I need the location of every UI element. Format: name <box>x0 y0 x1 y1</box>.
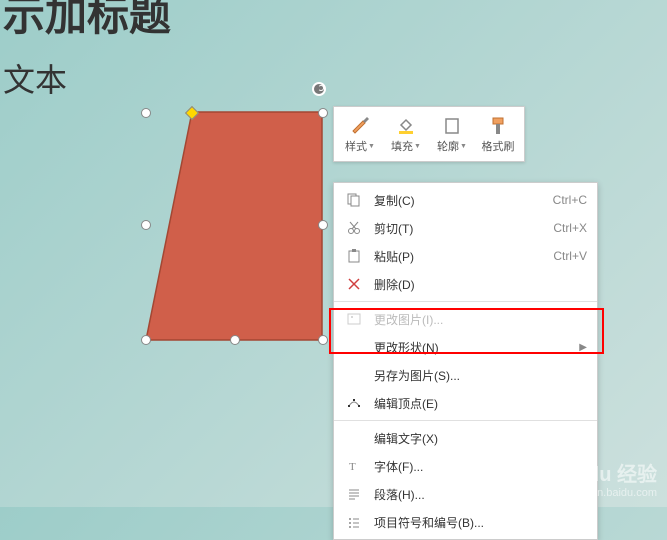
page-title-partial: 示加标题 <box>3 0 171 43</box>
format-painter-label: 格式刷 <box>482 138 515 154</box>
menu-cut[interactable]: 剪切(T) Ctrl+X <box>334 214 597 242</box>
delete-icon <box>344 276 364 292</box>
selected-trapezoid-shape[interactable] <box>142 108 342 348</box>
image-icon <box>344 311 364 327</box>
menu-edit-vertices[interactable]: 编辑顶点(E) <box>334 389 597 417</box>
blank-icon <box>344 339 364 355</box>
bullets-icon <box>344 514 364 530</box>
fill-label: 填充 <box>391 138 413 154</box>
style-label: 样式 <box>345 138 367 154</box>
selection-handle-ml[interactable] <box>141 220 151 230</box>
menu-copy[interactable]: 复制(C) Ctrl+C <box>334 186 597 214</box>
blank-icon <box>344 430 364 446</box>
menu-font-label: 字体(F)... <box>374 458 587 475</box>
menu-copy-label: 复制(C) <box>374 192 553 209</box>
context-menu: 复制(C) Ctrl+C 剪切(T) Ctrl+X 粘贴(P) Ctrl+V 删… <box>333 182 598 540</box>
menu-bullets[interactable]: 项目符号和编号(B)... <box>334 508 597 536</box>
menu-paragraph[interactable]: 段落(H)... <box>334 480 597 508</box>
menu-copy-shortcut: Ctrl+C <box>553 193 587 207</box>
menu-edit-vertices-label: 编辑顶点(E) <box>374 395 587 412</box>
menu-change-image-label: 更改图片(I)... <box>374 311 587 328</box>
clipboard-icon <box>344 248 364 264</box>
menu-separator <box>334 420 597 421</box>
copy-icon <box>344 192 364 208</box>
menu-change-shape[interactable]: 更改形状(N) ▶ <box>334 333 597 361</box>
dropdown-arrow-icon: ▼ <box>460 143 467 150</box>
style-button[interactable]: 样式▼ <box>338 111 382 157</box>
menu-font[interactable]: T 字体(F)... <box>334 452 597 480</box>
selection-handle-bm[interactable] <box>230 335 240 345</box>
fill-button[interactable]: 填充▼ <box>384 111 428 157</box>
menu-delete-label: 删除(D) <box>374 276 587 293</box>
outline-button[interactable]: 轮廓▼ <box>430 111 474 157</box>
blank-icon <box>344 367 364 383</box>
menu-paragraph-label: 段落(H)... <box>374 486 587 503</box>
menu-save-as-image[interactable]: 另存为图片(S)... <box>334 361 597 389</box>
menu-delete[interactable]: 删除(D) <box>334 270 597 298</box>
subtitle-text: 文本 <box>3 55 67 101</box>
edit-vertices-icon <box>344 395 364 411</box>
menu-edit-text-label: 编辑文字(X) <box>374 430 587 447</box>
selection-handle-mr[interactable] <box>318 220 328 230</box>
mini-toolbar: 样式▼ 填充▼ 轮廓▼ 格式刷 <box>333 106 525 162</box>
menu-change-shape-label: 更改形状(N) <box>374 339 579 356</box>
paragraph-icon <box>344 486 364 502</box>
selection-handle-tr[interactable] <box>318 108 328 118</box>
fill-icon <box>395 114 417 138</box>
menu-cut-label: 剪切(T) <box>374 220 553 237</box>
outline-label: 轮廓 <box>437 138 459 154</box>
selection-handle-tl[interactable] <box>141 108 151 118</box>
scissors-icon <box>344 220 364 236</box>
selection-handle-bl[interactable] <box>141 335 151 345</box>
menu-cut-shortcut: Ctrl+X <box>553 221 587 235</box>
submenu-arrow-icon: ▶ <box>579 342 587 353</box>
menu-change-image: 更改图片(I)... <box>334 305 597 333</box>
selection-handle-br[interactable] <box>318 335 328 345</box>
menu-separator <box>334 301 597 302</box>
font-icon: T <box>344 458 364 474</box>
menu-edit-text[interactable]: 编辑文字(X) <box>334 424 597 452</box>
menu-bullets-label: 项目符号和编号(B)... <box>374 514 587 531</box>
brush-icon <box>349 114 371 138</box>
format-painter-icon <box>487 114 509 138</box>
rotate-handle[interactable] <box>312 82 326 96</box>
menu-paste-shortcut: Ctrl+V <box>553 249 587 263</box>
menu-save-as-image-label: 另存为图片(S)... <box>374 367 587 384</box>
svg-text:T: T <box>349 461 356 473</box>
dropdown-arrow-icon: ▼ <box>368 143 375 150</box>
format-painter-button[interactable]: 格式刷 <box>476 111 520 157</box>
outline-icon <box>441 114 463 138</box>
menu-paste-label: 粘贴(P) <box>374 248 553 265</box>
menu-paste[interactable]: 粘贴(P) Ctrl+V <box>334 242 597 270</box>
dropdown-arrow-icon: ▼ <box>414 143 421 150</box>
